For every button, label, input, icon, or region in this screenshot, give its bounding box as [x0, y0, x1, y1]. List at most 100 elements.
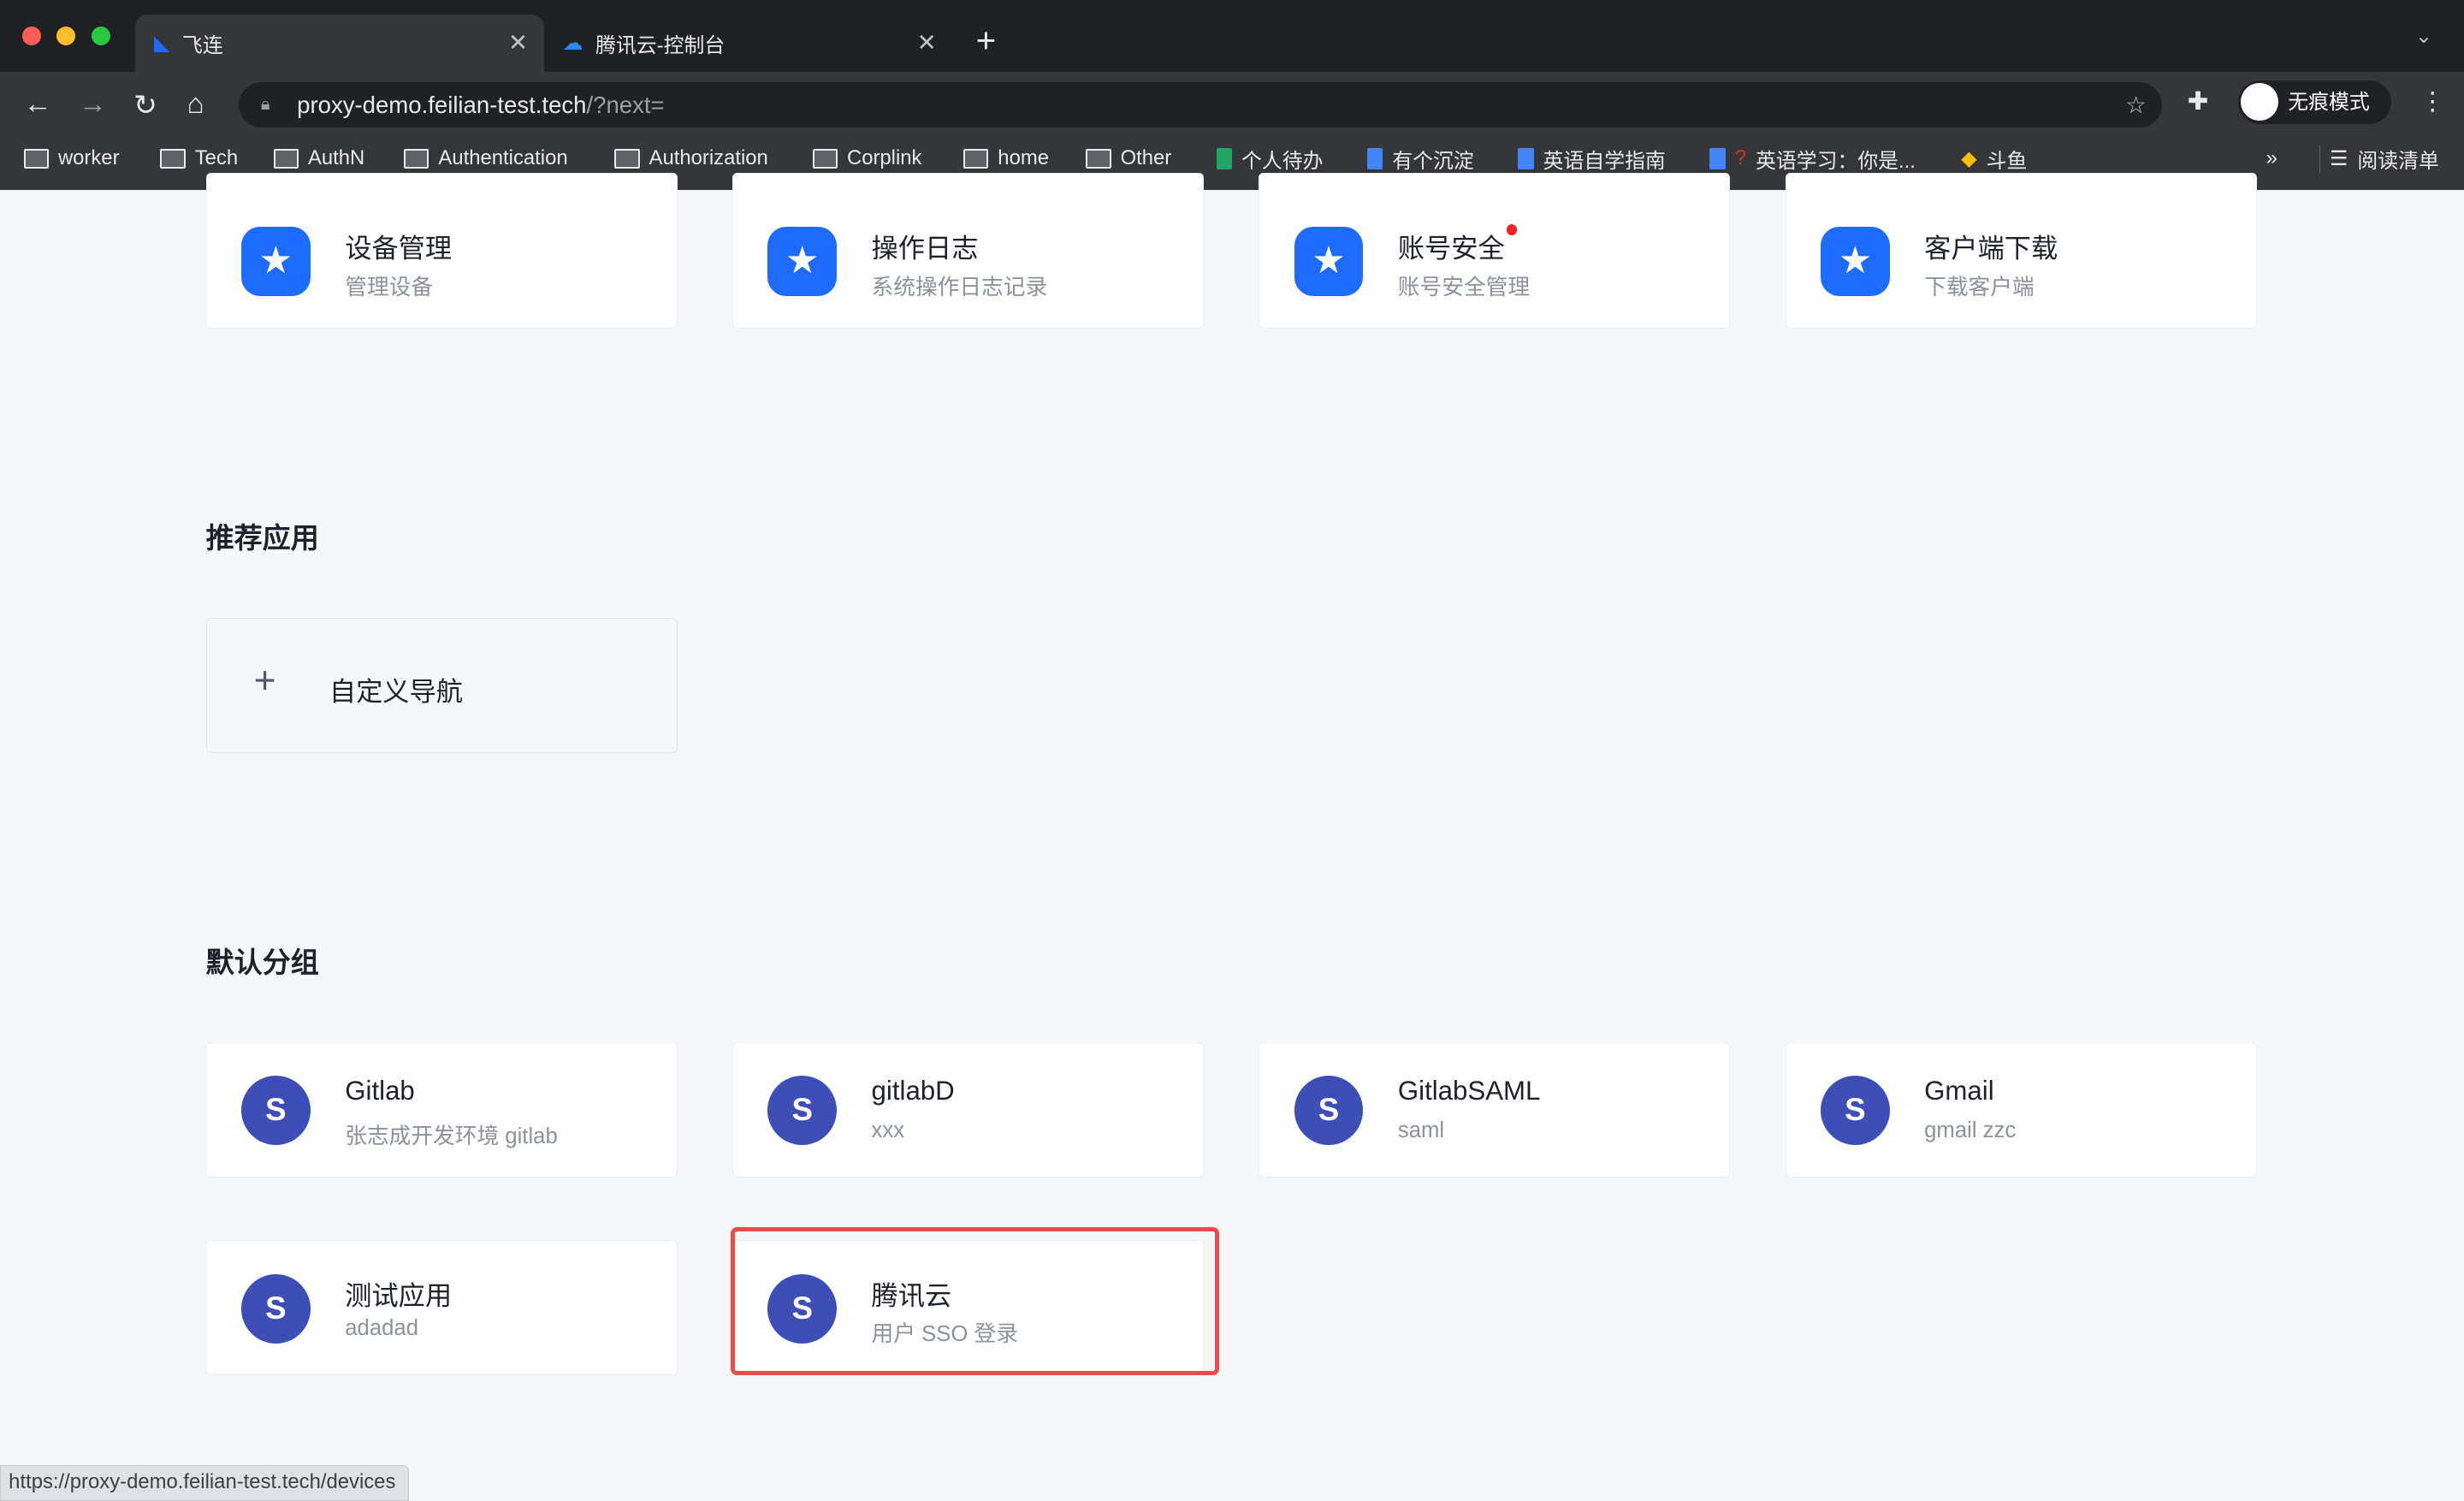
- incognito-icon: [2241, 83, 2279, 122]
- card-subtitle: 管理设备: [345, 276, 434, 300]
- card-account-security[interactable]: ★ 账号安全账号安全管理: [1259, 173, 1731, 329]
- card-title: 账号安全: [1397, 234, 1505, 264]
- reading-list-button[interactable]: ☰ 阅读清单: [2319, 144, 2439, 174]
- question-icon: ?: [1734, 146, 1747, 170]
- bookmark-label: home: [998, 146, 1049, 170]
- card-subtitle: adadad: [345, 1316, 419, 1341]
- card-title: 客户端下载: [1924, 234, 2058, 264]
- star-icon: ★: [1294, 227, 1364, 297]
- lock-icon: 🔒︎: [260, 94, 270, 114]
- app-card-gitlabd[interactable]: SgitlabD xxx: [732, 1041, 1204, 1178]
- incognito-badge[interactable]: 无痕模式: [2237, 80, 2392, 125]
- doc-icon: [1709, 147, 1726, 170]
- folder-icon: [404, 149, 429, 169]
- close-window-button[interactable]: [21, 27, 41, 46]
- bookmark-label: Corplink: [846, 146, 922, 170]
- reading-list-label: 阅读清单: [2357, 150, 2439, 173]
- folder-icon: [962, 149, 989, 169]
- card-device-management[interactable]: ★ 设备管理 管理设备: [205, 173, 678, 329]
- bookmark-label: 斗鱼: [1986, 150, 2028, 173]
- bookmark-authorization[interactable]: Authorization: [614, 145, 768, 173]
- folder-icon: [273, 149, 299, 169]
- card-title: Gitlab: [345, 1076, 415, 1106]
- custom-nav-label: 自定义导航: [329, 677, 463, 708]
- folder-icon: [614, 149, 640, 169]
- new-tab-button[interactable]: +: [976, 21, 997, 61]
- feilian-logo-icon: ◣: [153, 31, 170, 55]
- close-tab-icon[interactable]: ✕: [917, 29, 937, 56]
- close-tab-icon[interactable]: ✕: [508, 29, 528, 56]
- bookmark-corplink[interactable]: Corplink: [812, 145, 922, 173]
- card-operation-log[interactable]: ★ 操作日志 系统操作日志记录: [732, 173, 1204, 329]
- incognito-label: 无痕模式: [2288, 90, 2370, 114]
- card-subtitle: 账号安全管理: [1397, 276, 1531, 300]
- overflow-label: »: [2266, 146, 2277, 170]
- bookmark-english-guide[interactable]: 英语自学指南: [1518, 145, 1666, 173]
- bookmark-other[interactable]: Other: [1086, 145, 1171, 173]
- url-path: /?next=: [586, 91, 665, 118]
- extensions-puzzle-icon[interactable]: ✚: [2188, 86, 2209, 116]
- card-title: 测试应用: [345, 1280, 453, 1311]
- bookmark-douyu[interactable]: ◆ 斗鱼: [1961, 145, 2027, 173]
- card-title: GitlabSAML: [1397, 1076, 1541, 1106]
- maximize-window-button[interactable]: [91, 27, 110, 46]
- reload-button[interactable]: ↻: [133, 88, 157, 122]
- star-icon: ★: [1820, 227, 1890, 297]
- bookmark-english-study[interactable]: ? 英语学习：你是...: [1709, 145, 1916, 173]
- bookmark-label: AuthN: [307, 146, 365, 170]
- minimize-window-button[interactable]: [56, 27, 76, 46]
- app-card-gitlab[interactable]: S Gitlab 张志成开发环境 gitlab: [205, 1041, 678, 1178]
- forward-button[interactable]: →: [79, 88, 107, 121]
- card-title: 操作日志: [871, 234, 979, 264]
- card-title: gitlabD: [871, 1076, 955, 1106]
- app-card-gmail[interactable]: S Gmail gmail zzc: [1785, 1041, 2257, 1178]
- bookmark-label: Authentication: [438, 146, 568, 170]
- card-subtitle: xxx: [871, 1118, 905, 1142]
- card-subtitle: gmail zzc: [1924, 1118, 2017, 1142]
- custom-nav-button[interactable]: + 自定义导航: [205, 617, 678, 753]
- card-client-download[interactable]: ★ 客户端下载下载客户端: [1785, 173, 2257, 329]
- app-logo-icon: S: [241, 1273, 311, 1344]
- app-card-test-app[interactable]: S 测试应用 adadad: [205, 1240, 678, 1376]
- tab-title: 飞连: [182, 33, 223, 57]
- bookmark-label: 英语学习：你是...: [1756, 150, 1916, 173]
- bookmark-home[interactable]: home: [962, 145, 1049, 173]
- bookmark-worker[interactable]: worker: [23, 145, 120, 173]
- bookmark-tech[interactable]: Tech: [160, 145, 238, 173]
- bookmark-label: worker: [57, 146, 120, 170]
- home-button[interactable]: ⌂: [187, 88, 204, 121]
- bookmark-authentication[interactable]: Authentication: [404, 145, 568, 173]
- bookmark-notes[interactable]: 有个沉淀: [1366, 145, 1474, 173]
- bookmark-label: Other: [1120, 146, 1172, 170]
- folder-icon: [160, 149, 186, 169]
- bookmarks-overflow-button[interactable]: »: [2266, 145, 2277, 173]
- card-title: Gmail: [1924, 1076, 1994, 1106]
- bookmark-label: Authorization: [649, 146, 768, 170]
- folder-icon: [812, 149, 838, 169]
- card-title: 设备管理: [345, 234, 453, 264]
- doc-icon: [1366, 147, 1383, 170]
- notification-badge: [1506, 223, 1518, 235]
- app-card-gitlabsaml[interactable]: S GitlabSAML saml: [1259, 1041, 1731, 1178]
- app-logo-icon: S: [1820, 1076, 1890, 1146]
- address-bar[interactable]: 🔒︎ proxy-demo.feilian-test.tech/?next= ☆: [239, 81, 2163, 128]
- app-logo-icon: S: [241, 1076, 311, 1146]
- star-icon: ★: [767, 227, 838, 297]
- folder-icon: [23, 149, 49, 169]
- douyu-icon: ◆: [1961, 146, 1977, 170]
- bookmark-label: 英语自学指南: [1543, 150, 1666, 173]
- menu-kebab-icon[interactable]: ⋮: [2420, 86, 2445, 116]
- bookmark-star-icon[interactable]: ☆: [2125, 82, 2147, 128]
- tab-tencent-cloud[interactable]: ☁ 腾讯云-控制台 ✕: [544, 15, 953, 73]
- card-subtitle: 下载客户端: [1924, 276, 2035, 300]
- tab-bar: ◣ 飞连 ✕ ☁ 腾讯云-控制台 ✕ + ⌄: [0, 0, 2464, 73]
- doc-icon: [1518, 147, 1534, 170]
- back-button[interactable]: ←: [24, 88, 52, 121]
- plus-icon: +: [253, 660, 276, 703]
- bookmark-todo[interactable]: 个人待办: [1216, 145, 1323, 173]
- tab-search-chevron-icon[interactable]: ⌄: [2415, 24, 2432, 49]
- bookmark-label: 有个沉淀: [1392, 150, 1474, 173]
- section-heading-recommended: 推荐应用: [205, 523, 319, 555]
- bookmark-authn[interactable]: AuthN: [273, 145, 365, 173]
- tab-feilian[interactable]: ◣ 飞连 ✕: [134, 14, 544, 73]
